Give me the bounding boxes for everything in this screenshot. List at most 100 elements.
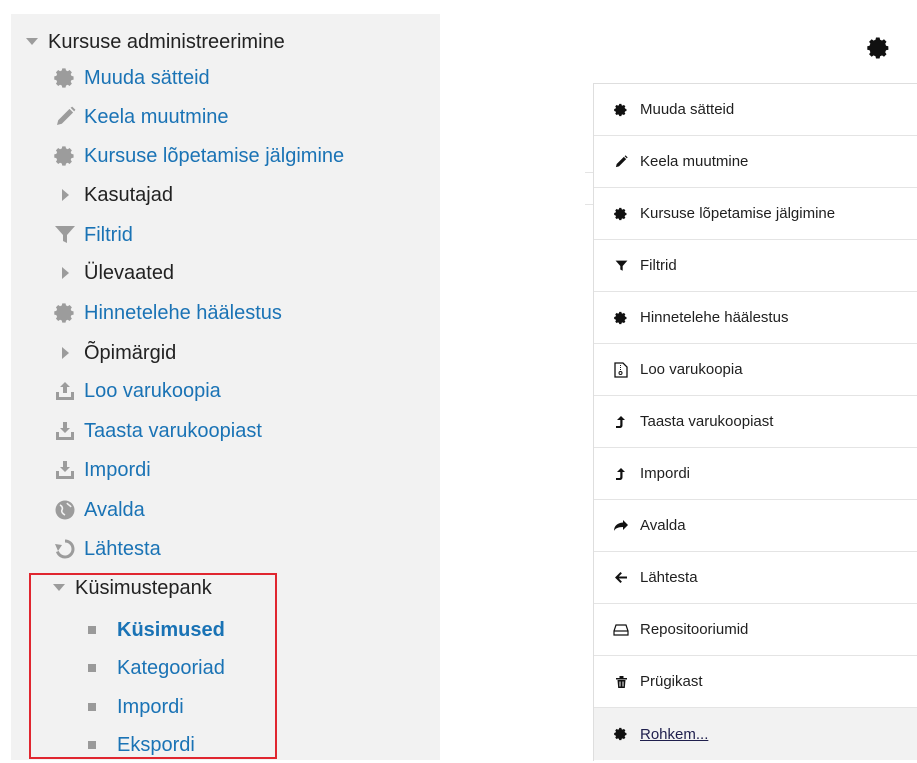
tree-item-course-completion[interactable]: Kursuse lõpetamise jälgimine — [51, 138, 344, 174]
trash-icon — [612, 673, 630, 691]
share-arrow-icon — [612, 517, 630, 535]
gear-icon — [612, 101, 630, 119]
tree-item-label: Impordi — [84, 459, 151, 481]
actions-menu: Muuda sätteid Keela muutmine Kursuse lõp… — [593, 83, 917, 761]
tree-item-gradebook-setup[interactable]: Hinnetelehe häälestus — [51, 295, 282, 331]
tree-item-label: Kasutajad — [84, 184, 173, 206]
tree-item-label: Keela muutmine — [84, 106, 229, 128]
menu-item-label: Filtrid — [640, 257, 677, 274]
bullet-icon — [88, 703, 96, 711]
tree-node-users[interactable]: Kasutajad — [51, 177, 173, 213]
tree-item-filters[interactable]: Filtrid — [51, 217, 133, 253]
tree-item-categories[interactable]: Kategooriad — [84, 650, 225, 686]
caret-right-icon — [51, 341, 78, 365]
caret-right-icon — [51, 183, 78, 207]
tree-item-publish[interactable]: Avalda — [51, 492, 145, 528]
filter-icon — [51, 223, 78, 247]
actions-panel: Muuda sätteid Keela muutmine Kursuse lõp… — [537, 0, 917, 761]
globe-icon — [51, 498, 78, 522]
bullet-icon — [88, 741, 96, 749]
menu-item-label: Muuda sätteid — [640, 101, 735, 118]
tree-item-label: Õpimärgid — [84, 342, 177, 364]
tree-item-label: Avalda — [84, 499, 145, 521]
caret-down-icon — [51, 576, 67, 600]
gear-icon — [867, 36, 891, 60]
tree-item-qb-import[interactable]: Impordi — [84, 689, 184, 725]
reset-icon — [51, 537, 78, 561]
tree-item-label: Hinnetelehe häälestus — [84, 302, 282, 324]
tree-item-label: Filtrid — [84, 224, 133, 246]
menu-item-label: Repositooriumid — [640, 621, 749, 638]
gear-icon — [51, 301, 78, 325]
tree-item-turn-editing-off[interactable]: Keela muutmine — [51, 99, 229, 135]
tree-node-question-bank[interactable]: Küsimustepank — [51, 570, 212, 606]
gear-icon — [51, 66, 78, 90]
upload-icon — [51, 379, 78, 403]
file-archive-icon — [612, 361, 630, 379]
menu-item-label: Avalda — [640, 517, 686, 534]
menu-item-label: Kursuse lõpetamise jälgimine — [640, 205, 836, 222]
menu-item-publish[interactable]: Avalda — [594, 500, 917, 552]
caret-right-icon — [51, 261, 78, 285]
tree-item-label: Küsimused — [117, 619, 225, 641]
tree-item-label: Muuda sätteid — [84, 67, 210, 89]
menu-item-import[interactable]: Impordi — [594, 448, 917, 500]
menu-item-label: Prügikast — [640, 673, 703, 690]
tree-item-restore[interactable]: Taasta varukoopiast — [51, 413, 262, 449]
menu-item-label: Keela muutmine — [640, 153, 749, 170]
menu-item-label: Loo varukoopia — [640, 361, 743, 378]
menu-item-repositories[interactable]: Repositooriumid — [594, 604, 917, 656]
tree-node-course-admin[interactable]: Kursuse administreerimine — [24, 24, 285, 60]
divider — [585, 172, 593, 173]
tree-item-label: Impordi — [117, 696, 184, 718]
menu-item-filters[interactable]: Filtrid — [594, 240, 917, 292]
bullet-icon — [88, 626, 96, 634]
download-icon — [51, 458, 78, 482]
tree-item-label: Taasta varukoopiast — [84, 420, 262, 442]
pencil-icon — [51, 105, 78, 129]
tree-node-badges[interactable]: Õpimärgid — [51, 335, 176, 371]
tree-item-backup[interactable]: Loo varukoopia — [51, 373, 221, 409]
level-up-icon — [612, 465, 630, 483]
tree-item-edit-settings[interactable]: Muuda sätteid — [51, 60, 210, 96]
tree-item-qb-export[interactable]: Ekspordi — [84, 727, 195, 763]
menu-item-reset[interactable]: Lähtesta — [594, 552, 917, 604]
tree-item-label: Ülevaated — [84, 262, 175, 284]
menu-item-gradebook-setup[interactable]: Hinnetelehe häälestus — [594, 292, 917, 344]
gear-icon — [612, 309, 630, 327]
tree-item-reset[interactable]: Lähtesta — [51, 531, 161, 567]
gear-icon — [612, 205, 630, 223]
menu-item-restore[interactable]: Taasta varukoopiast — [594, 396, 917, 448]
menu-item-label: Taasta varukoopiast — [640, 413, 774, 430]
menu-item-recycle-bin[interactable]: Prügikast — [594, 656, 917, 708]
tree-title: Kursuse administreerimine — [48, 31, 285, 53]
pencil-icon — [612, 153, 630, 171]
menu-item-label: Impordi — [640, 465, 691, 482]
menu-item-turn-editing-off[interactable]: Keela muutmine — [594, 136, 917, 188]
tree-item-import[interactable]: Impordi — [51, 452, 151, 488]
actions-menu-trigger[interactable] — [864, 33, 894, 63]
arrow-left-icon — [612, 569, 630, 587]
menu-item-backup[interactable]: Loo varukoopia — [594, 344, 917, 396]
level-up-icon — [612, 413, 630, 431]
menu-item-course-completion[interactable]: Kursuse lõpetamise jälgimine — [594, 188, 917, 240]
tree-item-label: Küsimustepank — [75, 577, 212, 599]
filter-icon — [612, 257, 630, 275]
tree-item-label: Ekspordi — [117, 734, 195, 756]
tree-item-label: Loo varukoopia — [84, 380, 221, 402]
hdd-icon — [612, 621, 630, 639]
menu-item-more[interactable]: Rohkem... — [594, 708, 917, 760]
menu-item-label: Rohkem... — [640, 725, 709, 743]
menu-item-label: Lähtesta — [640, 569, 698, 586]
tree-item-label: Kursuse lõpetamise jälgimine — [84, 145, 345, 167]
download-icon — [51, 419, 78, 443]
menu-item-label: Hinnetelehe häälestus — [640, 309, 789, 326]
gear-icon — [51, 144, 78, 168]
gear-icon — [612, 725, 630, 743]
tree-item-label: Kategooriad — [117, 657, 225, 679]
menu-item-edit-settings[interactable]: Muuda sätteid — [594, 84, 917, 136]
tree-node-reports[interactable]: Ülevaated — [51, 255, 174, 291]
tree-item-label: Lähtesta — [84, 538, 161, 560]
divider — [585, 204, 593, 205]
tree-item-questions[interactable]: Küsimused — [84, 612, 225, 648]
